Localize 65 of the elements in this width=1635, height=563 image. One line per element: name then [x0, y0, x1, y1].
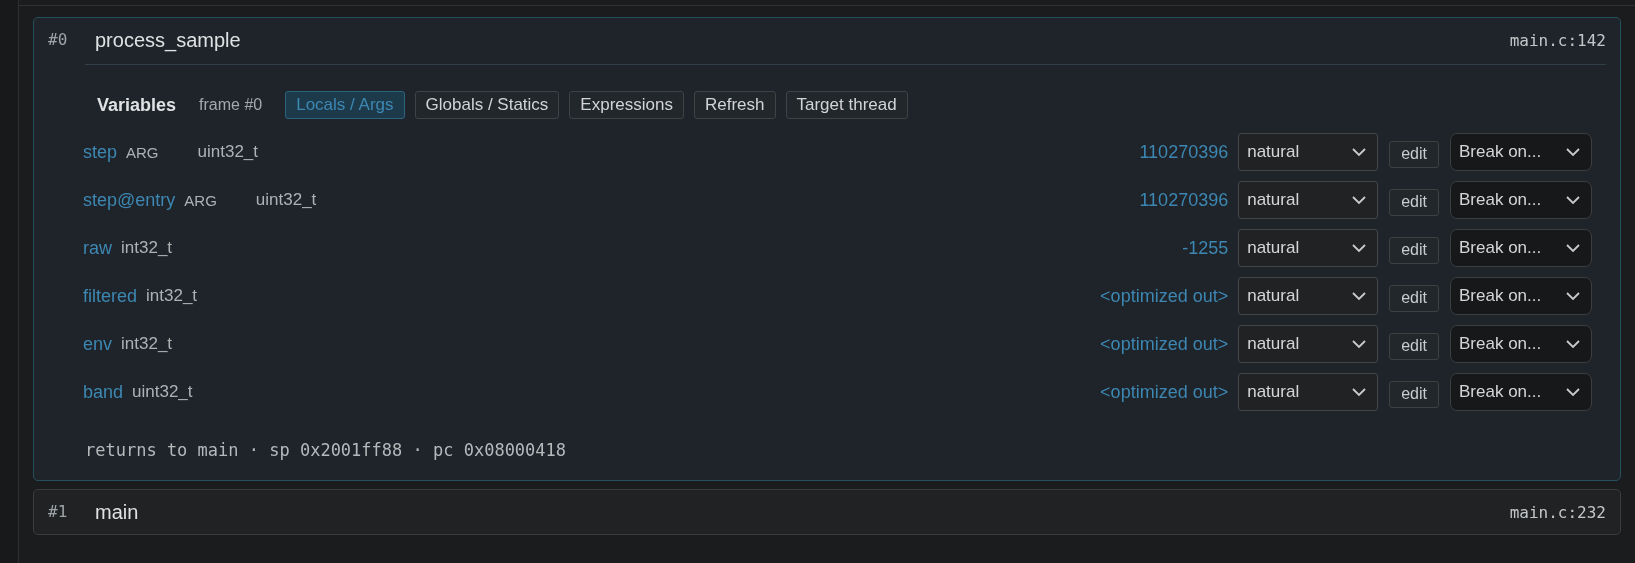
variable-name: step — [83, 141, 118, 163]
source-location: main.c:232 — [1509, 502, 1606, 522]
break-select[interactable]: Break on... — [1450, 277, 1592, 315]
variable-type: uint32_t — [255, 190, 317, 210]
chevron-down-icon — [1351, 147, 1368, 157]
variable-name: filtered — [83, 285, 138, 307]
frame-label: frame #0 — [199, 96, 263, 114]
chevron-down-icon — [1351, 243, 1368, 253]
edit-button[interactable]: edit — [1389, 188, 1439, 216]
function-name: process_sample — [95, 28, 241, 52]
chevron-down-icon — [1565, 387, 1581, 397]
stack-frame-card[interactable] — [33, 17, 1621, 481]
arg-tag: ARG — [184, 191, 217, 209]
stack-frame-card[interactable]: #1 main main.c:232 — [33, 489, 1621, 535]
variable-value: 110270396 — [1139, 141, 1229, 163]
source-location: main.c:142 — [1509, 30, 1606, 50]
edit-button[interactable]: edit — [1389, 332, 1439, 360]
format-select[interactable]: natural — [1238, 325, 1379, 363]
chevron-down-icon — [1351, 195, 1368, 205]
break-select[interactable]: Break on... — [1450, 229, 1592, 267]
chevron-down-icon — [1565, 147, 1581, 157]
chevron-down-icon — [1565, 243, 1581, 253]
variable-name: band — [83, 381, 124, 403]
format-select[interactable]: natural — [1238, 373, 1379, 411]
format-select[interactable]: natural — [1238, 133, 1379, 171]
edit-button[interactable]: edit — [1389, 380, 1439, 408]
tab-button[interactable]: Target thread — [785, 91, 908, 119]
break-select[interactable]: Break on... — [1450, 373, 1592, 411]
return-info: returns to main · sp 0x2001ff88 · pc 0x08000418 — [84, 439, 568, 462]
variable-name: step@entry — [83, 189, 176, 211]
variable-type: uint32_t — [132, 382, 193, 402]
tab-button[interactable]: Refresh — [693, 91, 776, 119]
frame-index: #1 — [48, 501, 69, 521]
variable-type: int32_t — [121, 238, 173, 258]
edit-button[interactable]: edit — [1389, 284, 1439, 312]
edit-button[interactable]: edit — [1389, 140, 1439, 168]
variable-type: uint32_t — [197, 142, 259, 162]
variable-name: raw — [83, 237, 112, 259]
variable-value: <optimized out> — [1100, 381, 1229, 403]
break-select[interactable]: Break on... — [1450, 133, 1592, 171]
chevron-down-icon — [1565, 339, 1581, 349]
tab-button[interactable]: Globals / Statics — [414, 91, 560, 119]
format-select[interactable]: natural — [1238, 229, 1379, 267]
arg-tag: ARG — [126, 143, 159, 161]
variable-name: env — [83, 333, 113, 355]
variable-value: -1255 — [1182, 237, 1229, 259]
edit-button[interactable]: edit — [1389, 236, 1439, 264]
panel-title: Variables — [97, 94, 177, 116]
frame-index: #0 — [48, 29, 69, 49]
chevron-down-icon — [1565, 291, 1581, 301]
variable-value: <optimized out> — [1100, 285, 1229, 307]
variable-type: int32_t — [146, 286, 198, 306]
format-select[interactable]: natural — [1238, 181, 1379, 219]
variable-value: 110270396 — [1139, 189, 1229, 211]
format-select[interactable]: natural — [1238, 277, 1379, 315]
variable-type: int32_t — [121, 334, 173, 354]
variable-value: <optimized out> — [1100, 333, 1229, 355]
chevron-down-icon — [1351, 291, 1368, 301]
function-name: main — [95, 500, 139, 524]
break-select[interactable]: Break on... — [1450, 181, 1592, 219]
tab-button[interactable]: Expressions — [569, 91, 684, 119]
chevron-down-icon — [1565, 195, 1581, 205]
chevron-down-icon — [1351, 339, 1368, 349]
break-select[interactable]: Break on... — [1450, 325, 1592, 363]
chevron-down-icon — [1351, 387, 1368, 397]
